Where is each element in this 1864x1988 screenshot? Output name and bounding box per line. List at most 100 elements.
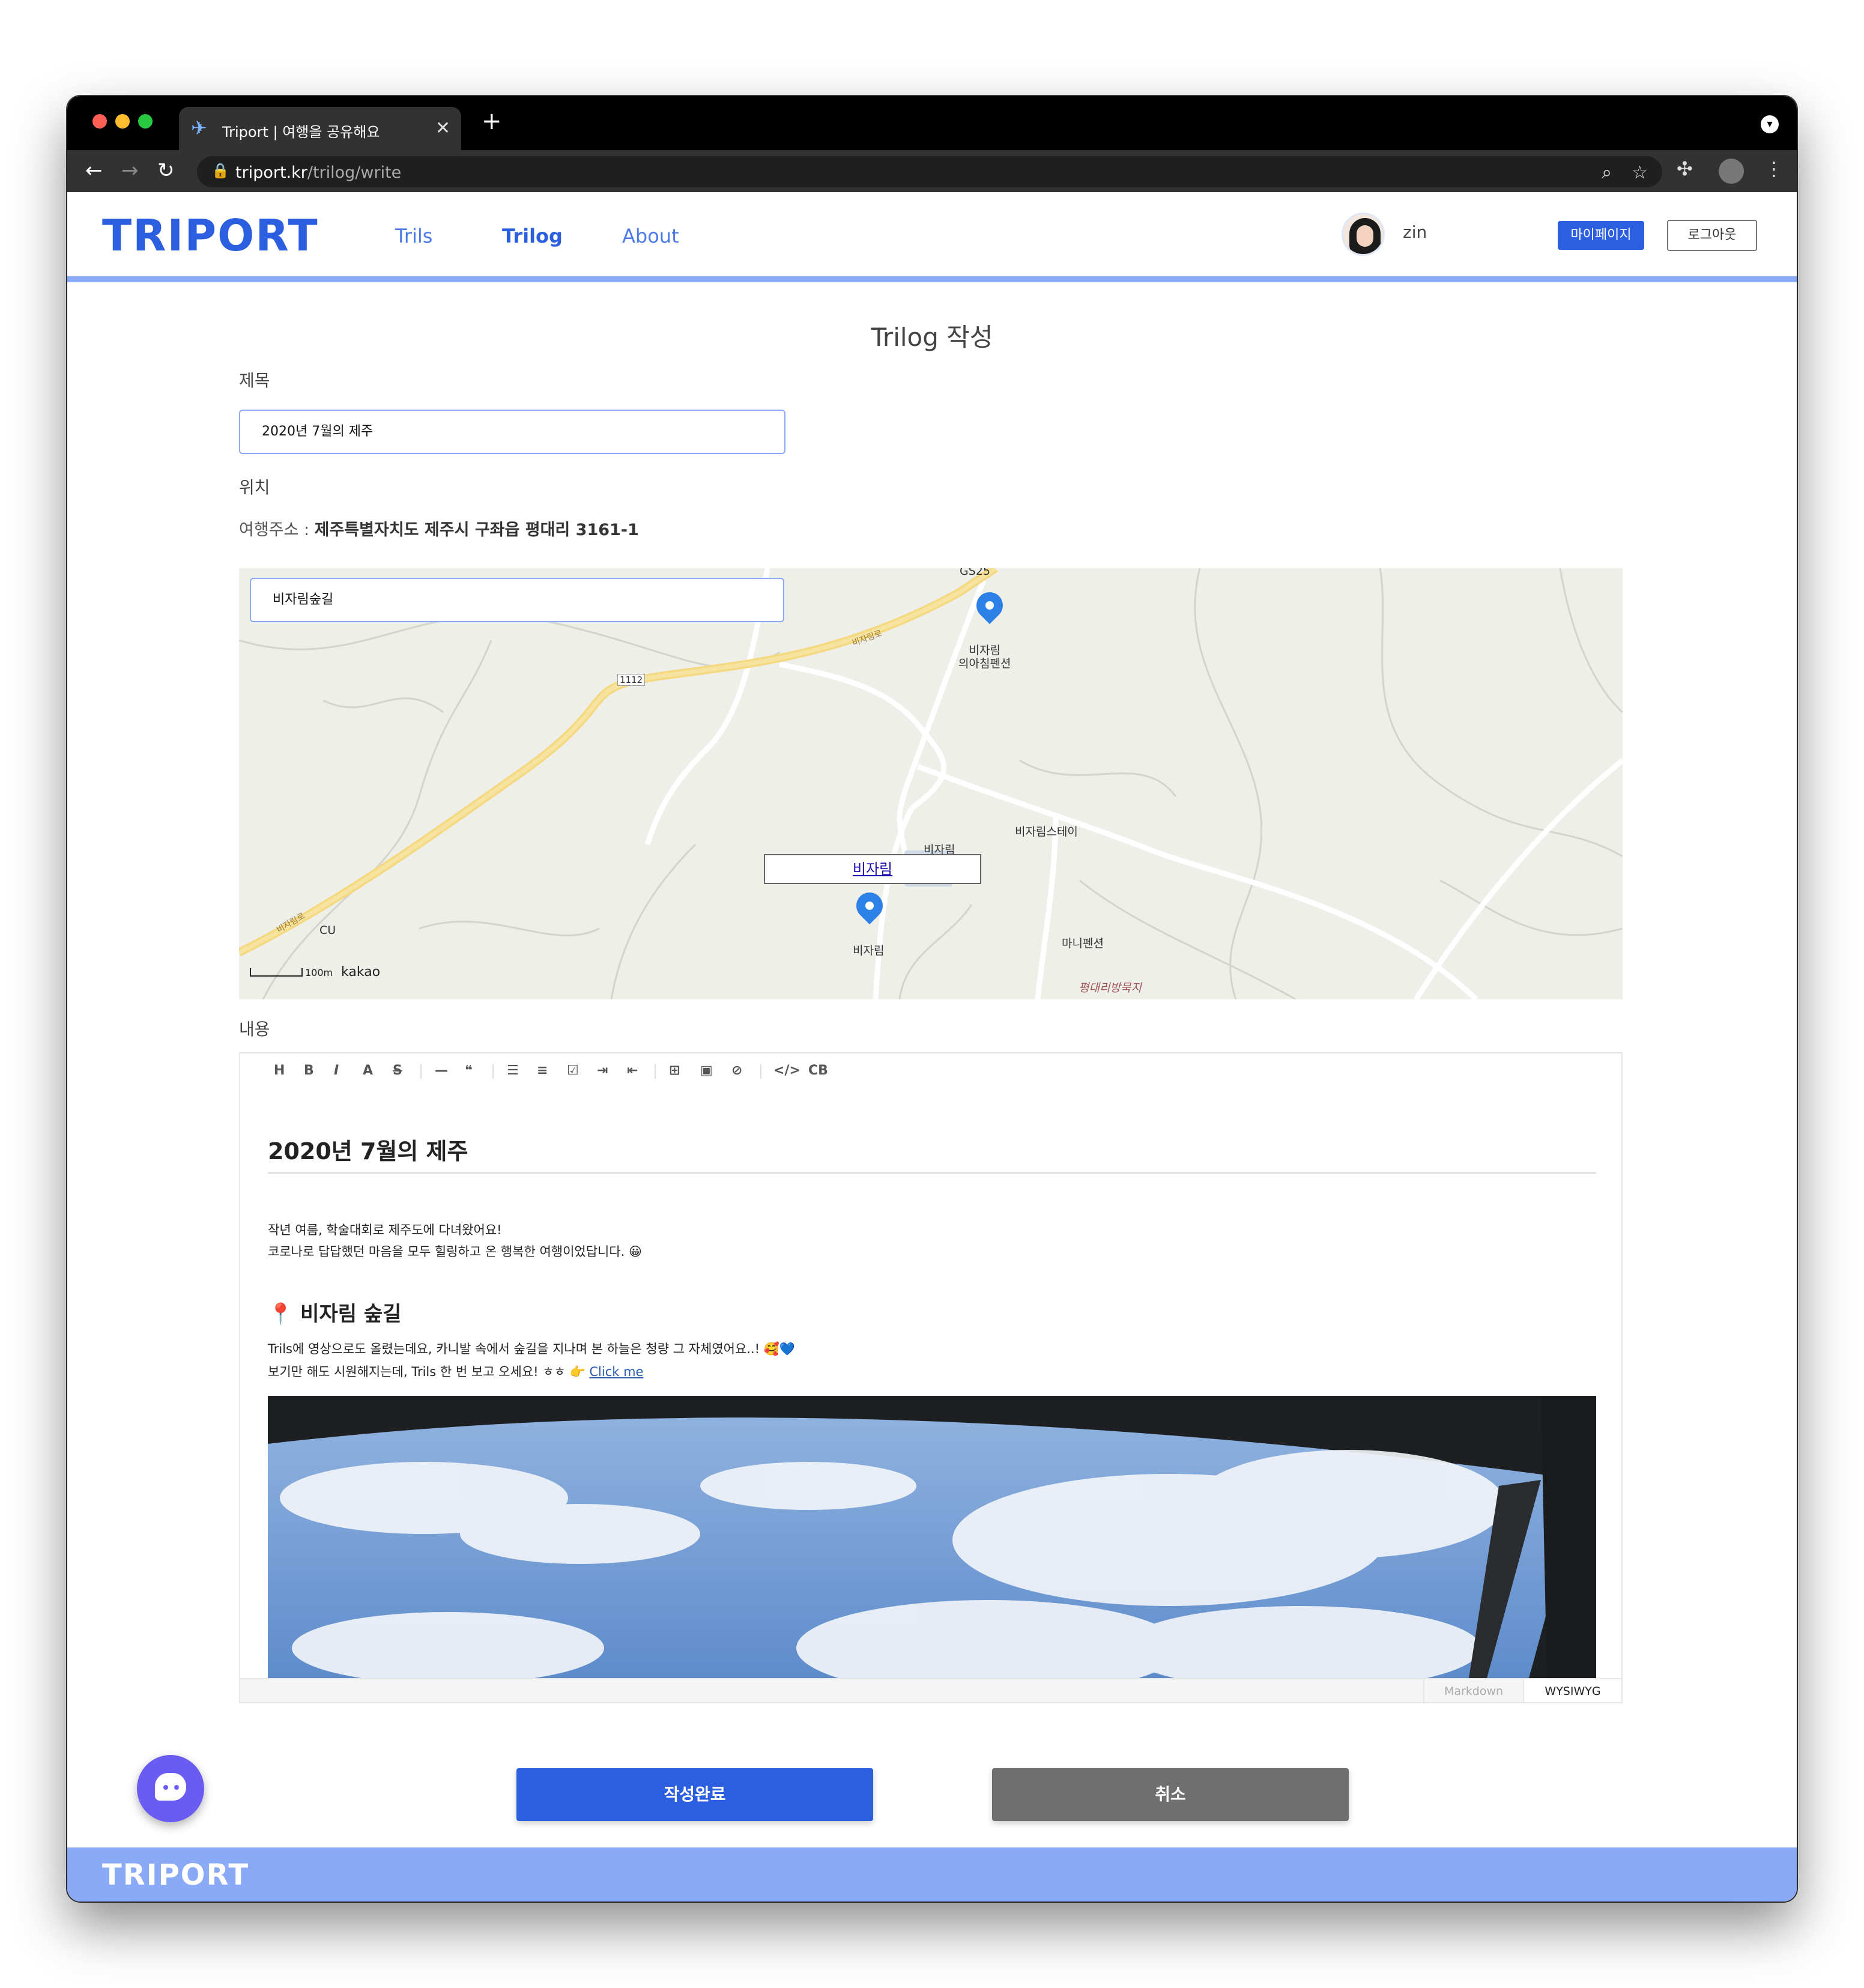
map-label-pension-line1: 비자림 — [969, 644, 1000, 657]
map-label-stay: 비자림스테이 — [1015, 825, 1078, 838]
address-value: 제주특별자치도 제주시 구좌읍 평대리 3161-1 — [314, 521, 639, 539]
tab-title: Triport | 여행을 공유해요 — [222, 124, 380, 141]
nav-trils[interactable]: Trils — [395, 225, 432, 247]
title-input[interactable]: 2020년 7월의 제주 — [239, 410, 785, 454]
more-menu-icon[interactable]: ⋮ — [1764, 157, 1784, 180]
chevron-down-icon[interactable]: ▾ — [1761, 115, 1779, 133]
address-prefix: 여행주소 : — [239, 521, 315, 539]
table-button[interactable]: ⊞ — [669, 1063, 680, 1078]
map-label-cu: CU — [319, 924, 336, 937]
chat-bubble-icon — [155, 1773, 186, 1801]
content-paragraph[interactable]: 코로나로 답답했던 마음을 모두 힐링하고 온 행복한 여행이었답니다. 😀 — [268, 1242, 642, 1260]
travel-address: 여행주소 : 제주특별자치도 제주시 구좌읍 평대리 3161-1 — [239, 517, 639, 540]
footer-logo: TRIPORT — [102, 1858, 250, 1892]
sky-photo[interactable] — [268, 1396, 1596, 1678]
map-search-input[interactable]: 비자림숲길 — [250, 578, 784, 622]
quote-button[interactable]: ❝ — [465, 1063, 473, 1078]
map-label-pension: 비자림 의아침펜션 — [958, 644, 1011, 670]
site-footer: TRIPORT — [67, 1847, 1797, 1902]
bold-button[interactable]: B — [304, 1063, 314, 1078]
map-label-pension-line2: 의아침펜션 — [958, 657, 1011, 670]
map-roads — [239, 568, 1623, 999]
browser-toolbar: ← → ↻ 🔒 triport.kr/trilog/write ⌕ ☆ ✣ ⋮ — [67, 150, 1797, 192]
link-button[interactable]: ⊘ — [731, 1063, 742, 1078]
click-me-link[interactable]: Click me — [589, 1365, 643, 1379]
minimize-window-button[interactable] — [115, 114, 130, 129]
wysiwyg-mode-tab[interactable]: WYSIWYG — [1523, 1679, 1621, 1702]
page-title: Trilog 작성 — [871, 323, 993, 352]
url-path: /trilog/write — [307, 163, 402, 182]
browser-tabbar: ✈ Triport | 여행을 공유해요 ✕ + ▾ — [67, 96, 1797, 150]
task-list-button[interactable]: ☑ — [567, 1063, 579, 1078]
outdent-button[interactable]: ⇤ — [627, 1063, 638, 1078]
hr-button[interactable]: — — [435, 1063, 448, 1078]
extensions-puzzle-icon[interactable]: ✣ — [1677, 157, 1693, 180]
username: zin — [1403, 222, 1427, 242]
image-button[interactable]: ▣ — [700, 1063, 713, 1078]
content-paragraph[interactable]: 보기만 해도 시원해지는데, Trils 한 번 보고 오세요! ㅎㅎ 👉 Cl… — [268, 1362, 643, 1380]
editor-toolbar: H B I A S — ❝ ☰ ≡ ☑ ⇥ ⇤ ⊞ ▣ ⊘ </> CB — [240, 1053, 1621, 1088]
site-page: TRIPORT Trils Trilog About zin 마이페이지 로그아… — [67, 192, 1797, 1902]
content-paragraph[interactable]: 작년 여름, 학술대회로 제주도에 다녀왔어요! — [268, 1220, 502, 1238]
site-header: TRIPORT Trils Trilog About zin 마이페이지 로그아… — [67, 192, 1797, 282]
content-paragraph[interactable]: Trils에 영상으로도 올렸는데요, 카니발 속에서 숲길을 지나며 본 하늘… — [268, 1339, 795, 1357]
kakao-logo: kakao — [341, 965, 381, 980]
strike-button[interactable]: S — [393, 1063, 402, 1078]
tab-close-icon[interactable]: ✕ — [435, 118, 450, 139]
chat-button[interactable] — [137, 1755, 204, 1822]
zoom-icon[interactable]: ⌕ — [1602, 162, 1612, 183]
code-button[interactable]: </> — [773, 1063, 800, 1078]
place-popup-link[interactable]: 비자림 — [764, 854, 981, 884]
new-tab-button[interactable]: + — [482, 109, 502, 133]
heading-divider — [268, 1172, 1596, 1174]
address-bar[interactable]: 🔒 triport.kr/trilog/write ⌕ ☆ — [197, 156, 1662, 187]
markdown-mode-tab[interactable]: Markdown — [1423, 1679, 1523, 1702]
map-pin-icon[interactable] — [850, 886, 889, 933]
content-editor[interactable]: H B I A S — ❝ ☰ ≡ ☑ ⇥ ⇤ ⊞ ▣ ⊘ </> CB 202… — [239, 1052, 1623, 1703]
map-label-mani: 마니펜션 — [1062, 937, 1104, 950]
map-pin-icon[interactable] — [970, 586, 1009, 633]
submit-button[interactable]: 작성완료 — [516, 1768, 873, 1821]
profile-avatar[interactable] — [1719, 159, 1744, 184]
map-scale-text: 100m — [305, 967, 333, 978]
ordered-list-button[interactable]: ≡ — [537, 1063, 548, 1078]
map-label-gs25: GS25 — [960, 568, 990, 578]
location-label: 위치 — [239, 477, 270, 497]
content-label: 내용 — [239, 1019, 270, 1039]
text-color-button[interactable]: A — [363, 1063, 373, 1078]
mypage-button[interactable]: 마이페이지 — [1558, 221, 1644, 250]
map-label-road-1112: 1112 — [617, 674, 646, 686]
content-subheading[interactable]: 📍 비자림 숲길 — [268, 1297, 401, 1327]
back-arrow-icon[interactable]: ← — [85, 157, 103, 184]
site-logo[interactable]: TRIPORT — [102, 210, 319, 261]
close-window-button[interactable] — [92, 114, 107, 129]
cancel-button[interactable]: 취소 — [992, 1768, 1349, 1821]
airplane-icon: ✈ — [191, 117, 207, 139]
map-scale-bar — [250, 968, 303, 977]
browser-window: ✈ Triport | 여행을 공유해요 ✕ + ▾ ← → ↻ 🔒 tripo… — [67, 96, 1797, 1902]
heading-button[interactable]: H — [274, 1063, 285, 1078]
nav-trilog[interactable]: Trilog — [502, 225, 563, 247]
content-text: 보기만 해도 시원해지는데, Trils 한 번 보고 오세요! ㅎㅎ 👉 — [268, 1365, 590, 1379]
lock-icon: 🔒 — [211, 162, 229, 179]
indent-button[interactable]: ⇥ — [597, 1063, 608, 1078]
browser-tab[interactable]: ✈ Triport | 여행을 공유해요 ✕ — [179, 107, 461, 150]
title-label: 제목 — [239, 371, 270, 390]
italic-button[interactable]: I — [334, 1063, 339, 1078]
codeblock-button[interactable]: CB — [808, 1063, 828, 1078]
nav-about[interactable]: About — [622, 225, 679, 247]
editor-mode-bar: Markdown WYSIWYG — [240, 1678, 1621, 1702]
map-label-bijarim-pin: 비자림 — [853, 944, 885, 957]
location-map[interactable]: 비자림숲길 GS25 1112 비자림 의아침펜션 비자림스테이 비자림 비자림 … — [239, 568, 1623, 999]
reload-icon[interactable]: ↻ — [157, 157, 175, 184]
maximize-window-button[interactable] — [138, 114, 153, 129]
content-heading[interactable]: 2020년 7월의 제주 — [268, 1133, 468, 1166]
logout-button[interactable]: 로그아웃 — [1667, 220, 1757, 251]
forward-arrow-icon[interactable]: → — [121, 157, 139, 184]
map-label-pyeongdae: 평대리방묵지 — [1079, 981, 1142, 995]
star-icon[interactable]: ☆ — [1632, 162, 1648, 183]
bullet-list-button[interactable]: ☰ — [507, 1063, 519, 1078]
url-domain: triport.kr — [235, 163, 307, 182]
user-avatar[interactable] — [1342, 213, 1385, 256]
url-text: triport.kr/trilog/write — [235, 163, 401, 182]
